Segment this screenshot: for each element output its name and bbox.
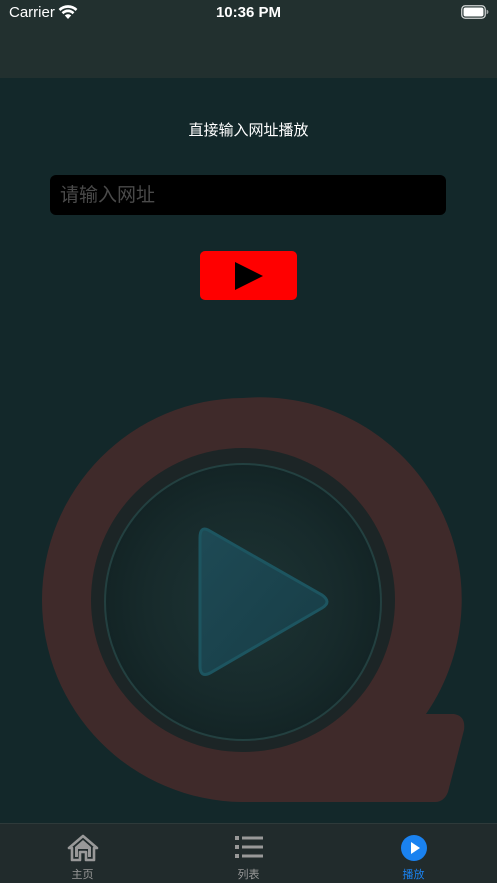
play-button[interactable] — [200, 251, 297, 300]
tab-play[interactable]: 播放 — [331, 824, 496, 883]
url-input[interactable] — [50, 175, 446, 215]
play-circle-icon — [331, 834, 496, 862]
tab-list-label: 列表 — [237, 868, 260, 881]
status-bar: Carrier 10:36 PM — [0, 0, 497, 26]
app-logo-watermark — [30, 390, 470, 814]
list-icon — [166, 834, 331, 862]
tab-list[interactable]: 列表 — [166, 824, 331, 883]
play-icon — [235, 262, 263, 290]
page-heading: 直接输入网址播放 — [188, 121, 309, 139]
battery-icon — [461, 5, 489, 23]
tab-play-label: 播放 — [402, 868, 425, 881]
tab-home[interactable]: 主页 — [0, 824, 165, 883]
clock: 10:36 PM — [215, 4, 282, 21]
home-icon — [0, 834, 165, 862]
navigation-bar: Carrier 10:36 PM — [0, 0, 497, 78]
tab-home-label: 主页 — [71, 868, 94, 881]
tab-bar: 主页 列表 播放 — [0, 823, 497, 883]
app-screen: Carrier 10:36 PM 直接输入网址播放 请输入网址 主页 列表 播放 — [0, 0, 497, 883]
